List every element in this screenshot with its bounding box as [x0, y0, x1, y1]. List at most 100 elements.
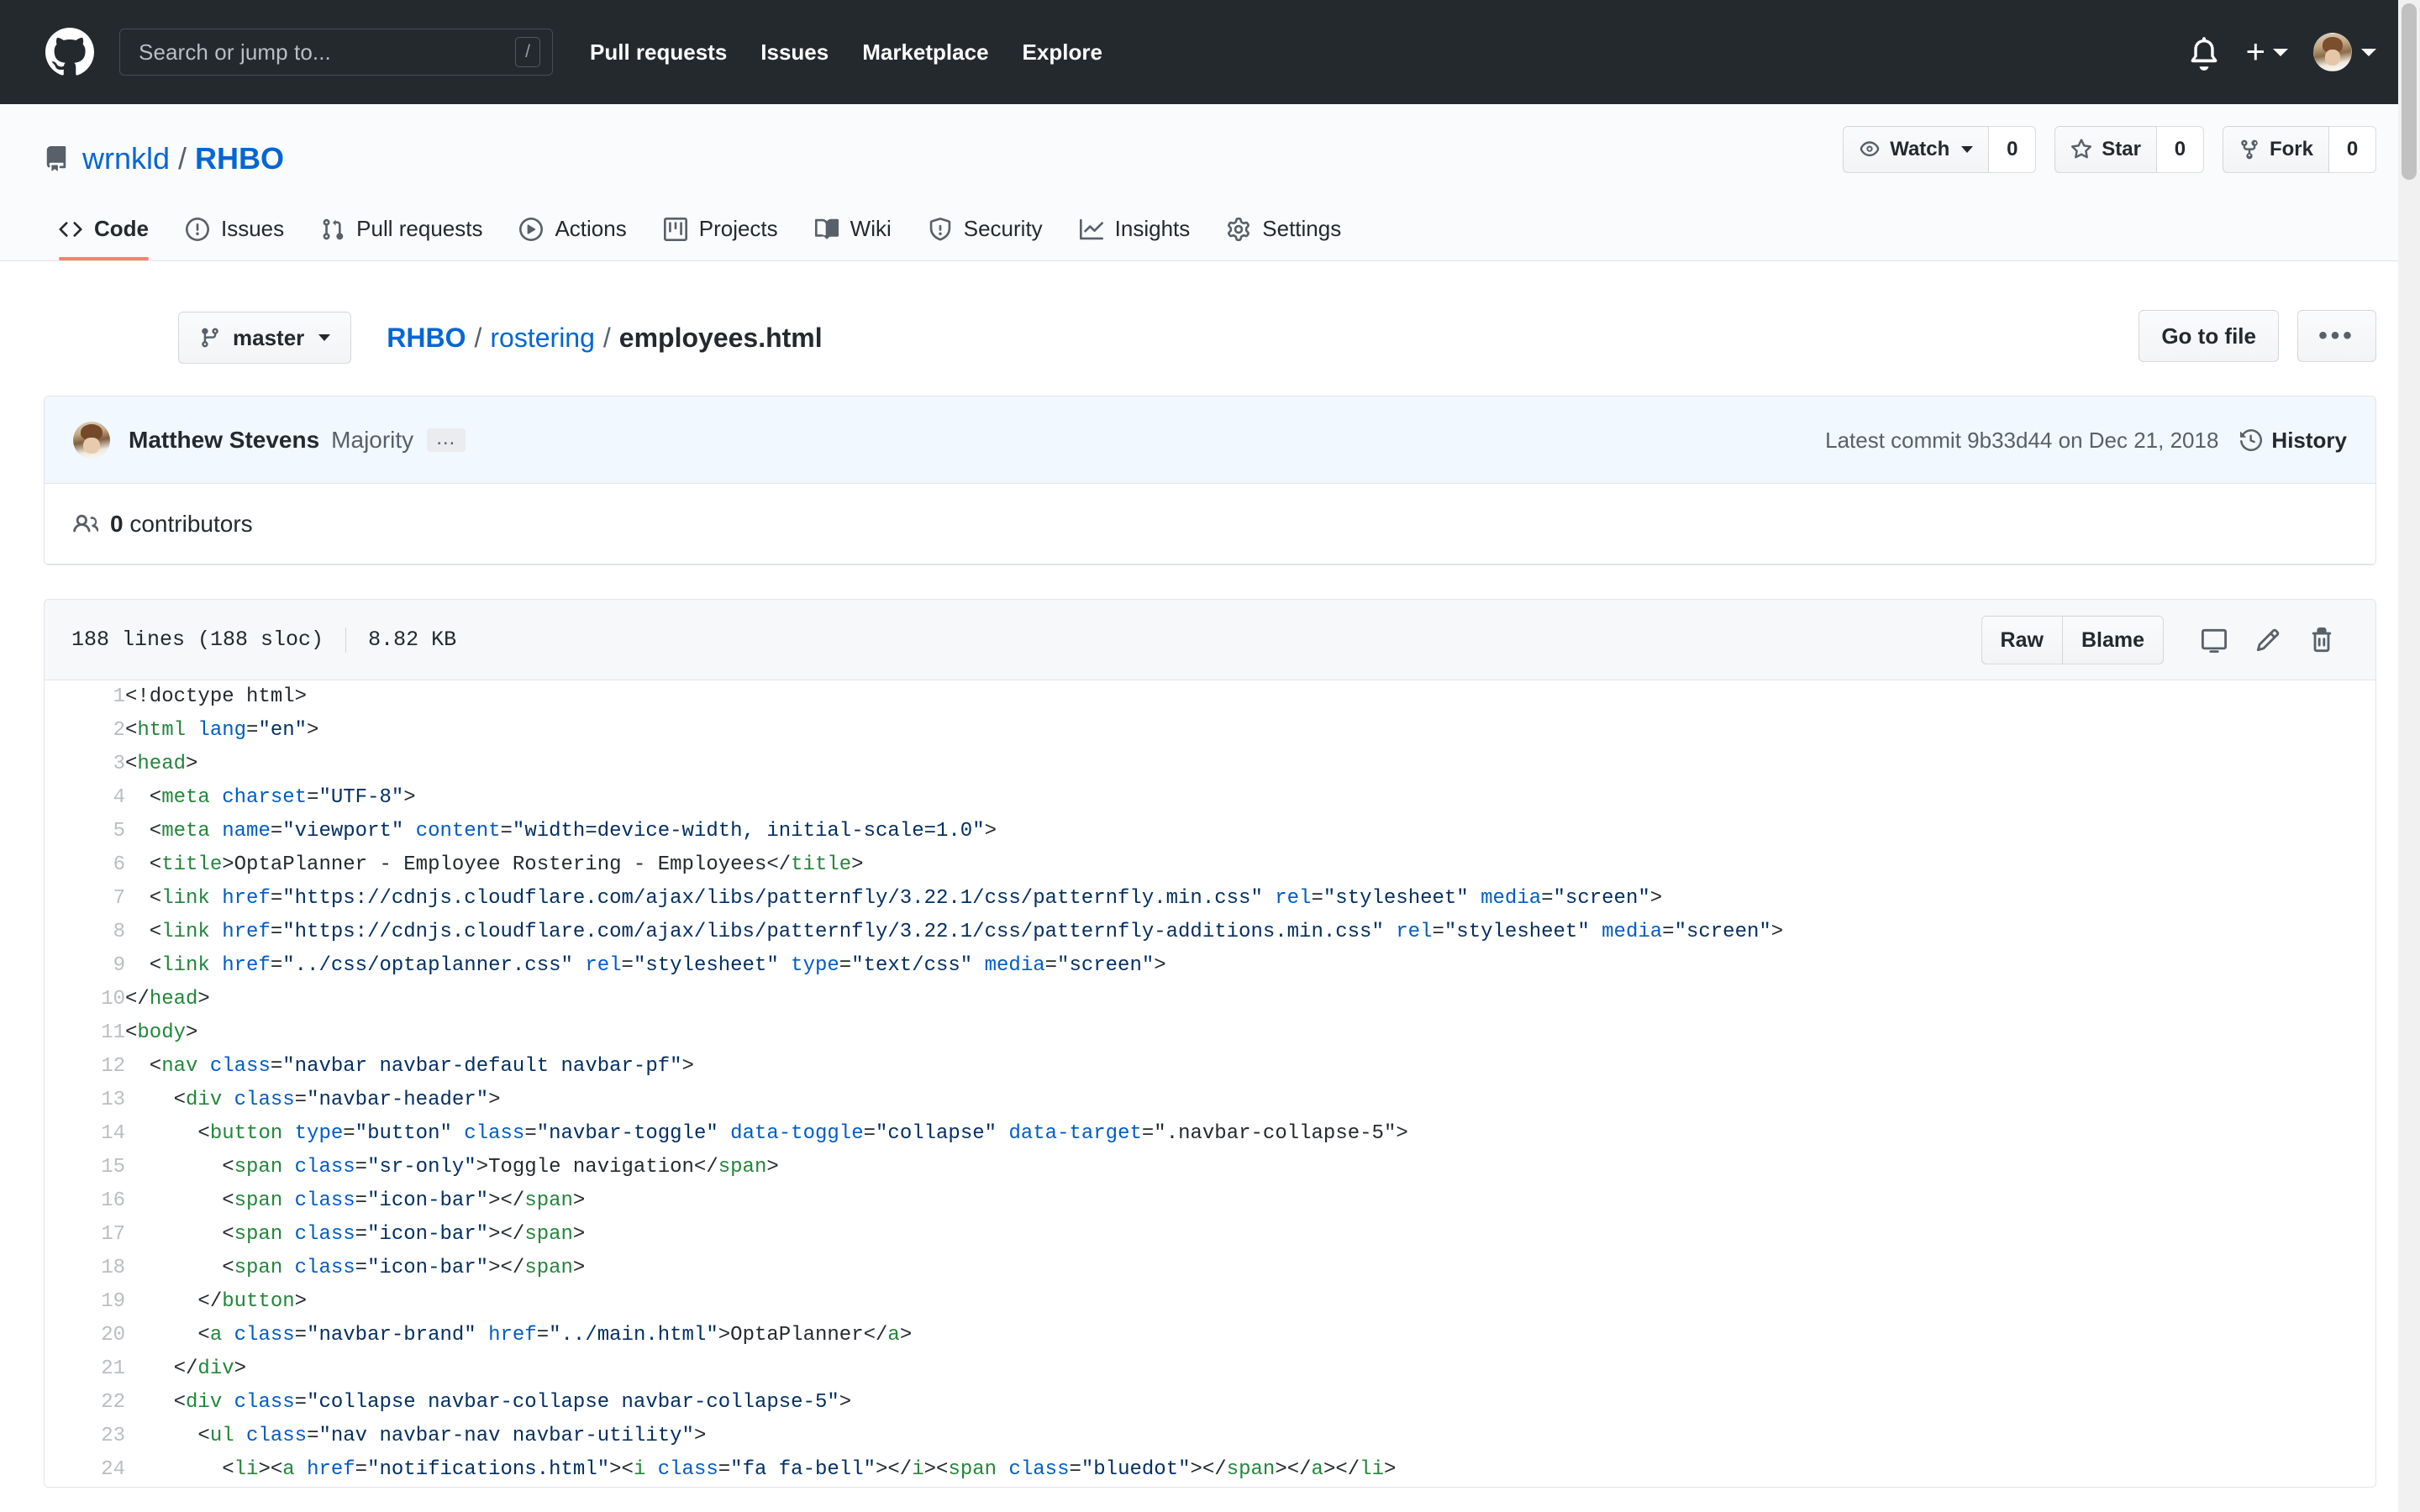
commit-author-avatar[interactable]	[73, 421, 110, 459]
line-number[interactable]: 15	[45, 1151, 125, 1184]
line-number[interactable]: 10	[45, 983, 125, 1016]
tab-security[interactable]: Security	[910, 216, 1061, 260]
account-menu[interactable]	[2313, 33, 2376, 71]
code-token: =	[863, 1122, 876, 1145]
code-token: "screen"	[1057, 954, 1155, 977]
code-token: =	[524, 1122, 537, 1145]
code-token: =	[718, 1458, 731, 1481]
line-number[interactable]: 5	[45, 815, 125, 848]
branch-selector[interactable]: master	[178, 312, 352, 364]
create-new-menu[interactable]: +	[2246, 35, 2288, 69]
tab-issues-label: Issues	[221, 216, 285, 241]
code-token: >	[839, 1391, 852, 1414]
line-number[interactable]: 22	[45, 1386, 125, 1420]
bell-icon[interactable]	[2186, 34, 2223, 71]
pencil-icon[interactable]	[2241, 616, 2295, 664]
tab-actions[interactable]: Actions	[501, 216, 644, 260]
line-number[interactable]: 14	[45, 1117, 125, 1151]
history-label: History	[2271, 427, 2347, 453]
global-header: Search or jump to... / Pull requests Iss…	[0, 0, 2420, 104]
commit-message[interactable]: Majority	[331, 427, 413, 454]
tab-projects[interactable]: Projects	[645, 216, 797, 260]
repo-owner-link[interactable]: wrnkld	[82, 141, 170, 176]
page-scrollbar[interactable]	[2398, 0, 2420, 1512]
line-number[interactable]: 20	[45, 1319, 125, 1352]
tab-pull-requests[interactable]: Pull requests	[302, 216, 501, 260]
history-link[interactable]: History	[2240, 428, 2347, 454]
code-token: =	[1311, 887, 1323, 910]
tab-wiki[interactable]: Wiki	[797, 216, 910, 260]
watch-count[interactable]: 0	[1989, 126, 2037, 173]
code-token: head	[137, 753, 187, 775]
line-content: <div class="collapse navbar-collapse nav…	[125, 1386, 2375, 1420]
line-number[interactable]: 19	[45, 1285, 125, 1319]
line-number[interactable]: 21	[45, 1352, 125, 1386]
blame-button[interactable]: Blame	[2062, 616, 2164, 664]
line-number[interactable]: 12	[45, 1050, 125, 1084]
line-number[interactable]: 17	[45, 1218, 125, 1252]
line-number[interactable]: 23	[45, 1420, 125, 1453]
code-token: "en"	[258, 719, 308, 742]
contributors-row[interactable]: 0 contributors	[45, 484, 2375, 564]
tab-issues[interactable]: Issues	[167, 216, 302, 260]
star-button[interactable]: Star	[2054, 126, 2157, 173]
code-token: span	[948, 1458, 997, 1481]
code-token: </	[125, 988, 150, 1011]
main-content: master RHBO / rostering / employees.html…	[0, 310, 2420, 1488]
line-number[interactable]: 9	[45, 949, 125, 983]
code-token: =	[355, 1223, 368, 1246]
fork-button[interactable]: Fork	[2222, 126, 2329, 173]
line-number[interactable]: 13	[45, 1084, 125, 1117]
tab-insights[interactable]: Insights	[1061, 216, 1209, 260]
code-token: href	[222, 954, 271, 977]
global-nav-issues[interactable]: Issues	[757, 34, 832, 71]
line-number[interactable]: 11	[45, 1016, 125, 1050]
more-options-button[interactable]: •••	[2297, 310, 2376, 362]
tab-settings[interactable]: Settings	[1208, 216, 1360, 260]
code-token: >	[403, 786, 416, 809]
watch-button[interactable]: Watch	[1843, 126, 1990, 173]
line-number[interactable]: 6	[45, 848, 125, 882]
star-count[interactable]: 0	[2156, 126, 2204, 173]
global-nav-marketplace[interactable]: Marketplace	[859, 34, 992, 71]
code-token: =	[355, 1257, 368, 1279]
blob-toolbar: 188 lines (188 sloc) 8.82 KB Raw Blame	[45, 600, 2375, 680]
go-to-file-button[interactable]: Go to file	[2139, 310, 2279, 362]
scrollbar-thumb[interactable]	[2402, 3, 2417, 180]
line-number[interactable]: 2	[45, 714, 125, 748]
commit-expand-button[interactable]: …	[427, 428, 466, 452]
line-number[interactable]: 18	[45, 1252, 125, 1285]
code-viewer[interactable]: 1 <!doctype html> 2 <html lang="en"> 3 <head>…	[45, 680, 2375, 1487]
line-number[interactable]: 4	[45, 781, 125, 815]
line-number[interactable]: 16	[45, 1184, 125, 1218]
code-token: a	[1311, 1458, 1323, 1481]
breadcrumb-repo[interactable]: RHBO	[387, 323, 466, 354]
global-nav-pull-requests[interactable]: Pull requests	[587, 34, 730, 71]
line-content: <span class="icon-bar"></span>	[125, 1184, 2375, 1218]
trash-icon[interactable]	[2295, 616, 2349, 664]
code-token: <	[125, 921, 162, 943]
global-nav-explore[interactable]: Explore	[1019, 34, 1106, 71]
code-line: 9 <link href="../css/optaplanner.css" re…	[45, 949, 2375, 983]
repo-name-link[interactable]: RHBO	[195, 141, 284, 176]
code-token: </	[125, 1290, 223, 1313]
tab-code[interactable]: Code	[44, 216, 167, 260]
code-token: ul	[209, 1425, 234, 1447]
github-mark-icon[interactable]	[45, 28, 94, 76]
desktop-download-icon[interactable]	[2187, 616, 2241, 664]
line-number[interactable]: 24	[45, 1453, 125, 1487]
code-token: >	[572, 1223, 586, 1246]
fork-count[interactable]: 0	[2329, 126, 2376, 173]
search-input[interactable]: Search or jump to... /	[119, 29, 553, 76]
code-token: div	[197, 1357, 234, 1380]
commit-author-name[interactable]: Matthew Stevens	[129, 427, 319, 454]
line-number[interactable]: 3	[45, 748, 125, 781]
line-number[interactable]: 7	[45, 882, 125, 916]
raw-button[interactable]: Raw	[1981, 616, 2063, 664]
code-token: "bluedot"	[1081, 1458, 1191, 1481]
breadcrumb-directory[interactable]: rostering	[490, 323, 595, 354]
line-number[interactable]: 1	[45, 680, 125, 714]
line-number[interactable]: 8	[45, 916, 125, 949]
